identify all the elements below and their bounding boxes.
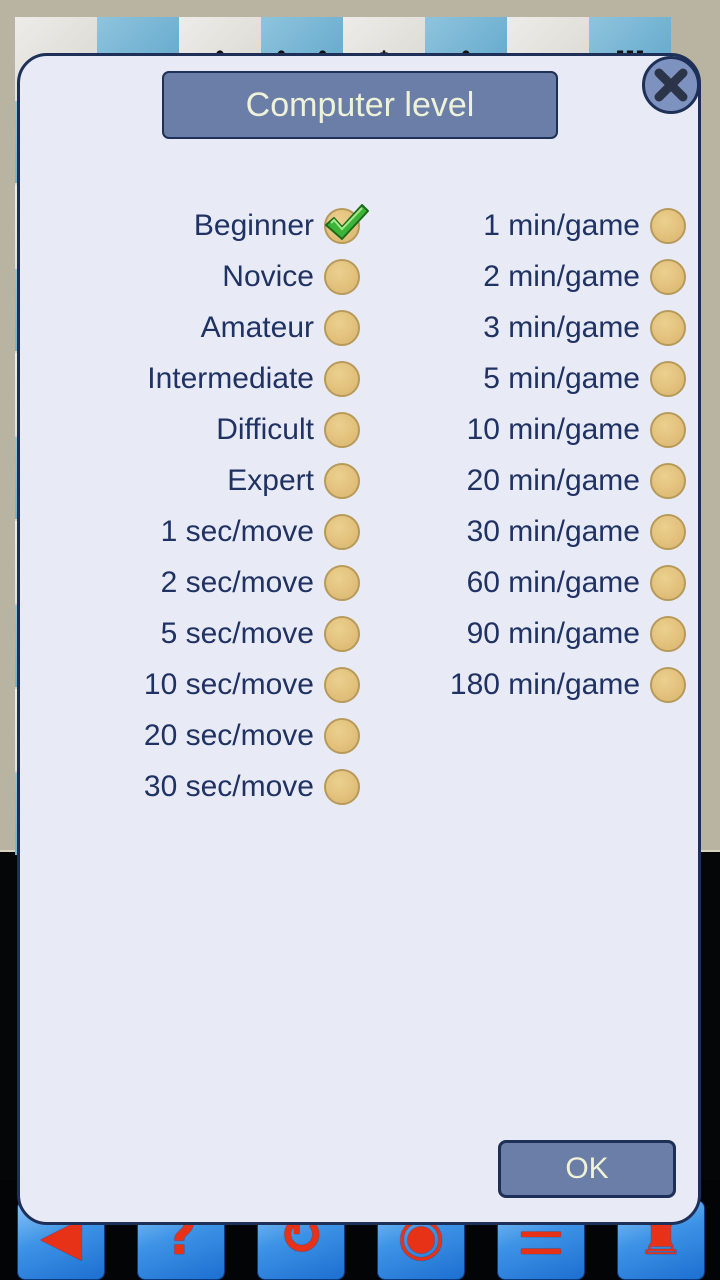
level-option-label: 3 min/game (483, 311, 640, 344)
radio-button[interactable] (324, 717, 360, 754)
dialog-title: Computer level (162, 71, 558, 139)
level-option-label: 1 min/game (483, 209, 640, 242)
level-option[interactable]: 1 sec/move (60, 506, 360, 557)
level-option[interactable]: Difficult (60, 404, 360, 455)
level-option-label: 20 sec/move (143, 719, 314, 752)
radio-button[interactable] (324, 411, 360, 448)
radio-button[interactable] (324, 360, 360, 397)
level-option-label: 1 sec/move (160, 515, 314, 548)
level-option[interactable]: 180 min/game (380, 659, 686, 710)
level-option-label: 30 min/game (466, 515, 640, 548)
level-option-label: Amateur (200, 311, 314, 344)
radio-button[interactable] (324, 615, 360, 652)
radio-button[interactable] (650, 207, 686, 244)
level-option[interactable]: Novice (60, 251, 360, 302)
level-option[interactable]: 1 min/game (380, 200, 686, 251)
level-option[interactable]: 90 min/game (380, 608, 686, 659)
level-option[interactable]: 5 sec/move (60, 608, 360, 659)
radio-button[interactable] (324, 309, 360, 346)
radio-button[interactable] (324, 258, 360, 295)
level-option[interactable]: 10 min/game (380, 404, 686, 455)
level-option[interactable]: Intermediate (60, 353, 360, 404)
level-option-label: 10 sec/move (143, 668, 314, 701)
radio-button[interactable] (650, 513, 686, 550)
close-x-icon (654, 68, 688, 102)
level-option-label: Difficult (216, 413, 314, 446)
level-option-label: Expert (227, 464, 314, 497)
level-option[interactable]: 20 min/game (380, 455, 686, 506)
level-option[interactable]: 2 min/game (380, 251, 686, 302)
level-option[interactable]: 60 min/game (380, 557, 686, 608)
radio-button[interactable] (324, 666, 360, 703)
level-option-label: 20 min/game (466, 464, 640, 497)
level-option[interactable]: 20 sec/move (60, 710, 360, 761)
level-option[interactable]: 30 min/game (380, 506, 686, 557)
radio-button[interactable] (650, 309, 686, 346)
checkmark-icon (325, 203, 369, 240)
board-edge-right (705, 0, 720, 850)
radio-button[interactable] (650, 615, 686, 652)
level-options-right: 1 min/game 2 min/game 3 min/game 5 min/game… (380, 200, 686, 710)
level-option-label: 10 min/game (466, 413, 640, 446)
radio-button[interactable] (650, 360, 686, 397)
level-option[interactable]: 3 min/game (380, 302, 686, 353)
level-option-label: 90 min/game (466, 617, 640, 650)
radio-button[interactable] (650, 564, 686, 601)
level-option[interactable]: 2 sec/move (60, 557, 360, 608)
radio-button[interactable] (324, 564, 360, 601)
level-option[interactable]: 5 min/game (380, 353, 686, 404)
level-option-label: 60 min/game (466, 566, 640, 599)
radio-button[interactable] (650, 462, 686, 499)
close-button[interactable] (642, 56, 700, 114)
level-option-label: 5 min/game (483, 362, 640, 395)
level-option[interactable]: 10 sec/move (60, 659, 360, 710)
radio-button[interactable] (324, 462, 360, 499)
level-option-label: 2 sec/move (160, 566, 314, 599)
level-option-label: Intermediate (147, 362, 314, 395)
level-option-label: Novice (222, 260, 314, 293)
radio-button[interactable] (324, 768, 360, 805)
radio-button[interactable] (650, 666, 686, 703)
level-option[interactable]: Beginner (60, 200, 369, 251)
level-option[interactable]: Amateur (60, 302, 360, 353)
radio-button[interactable] (650, 258, 686, 295)
level-option-label: 180 min/game (449, 668, 640, 701)
level-option-label: 30 sec/move (143, 770, 314, 803)
level-option-label: 5 sec/move (160, 617, 314, 650)
level-option[interactable]: 30 sec/move (60, 761, 360, 812)
radio-button[interactable] (324, 203, 369, 244)
level-options-left: Beginner Novice Amateur Intermediate Difficu… (60, 200, 369, 812)
level-option[interactable]: Expert (60, 455, 360, 506)
radio-button[interactable] (650, 411, 686, 448)
level-option-label: Beginner (193, 209, 314, 242)
computer-level-dialog: Computer level Beginner Novice Amateur Inte… (17, 53, 701, 1225)
level-option-label: 2 min/game (483, 260, 640, 293)
radio-button[interactable] (324, 513, 360, 550)
ok-button[interactable]: OK (498, 1140, 676, 1198)
